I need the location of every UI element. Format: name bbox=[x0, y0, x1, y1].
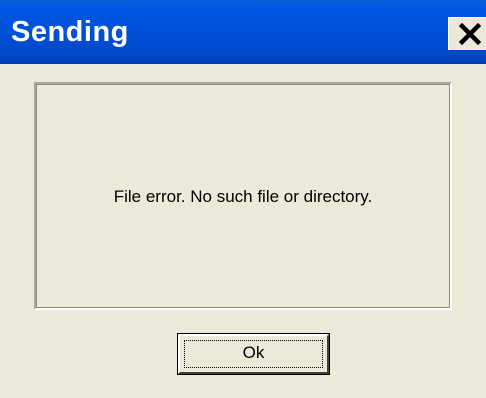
title-bar[interactable]: Sending bbox=[0, 0, 486, 64]
window-title: Sending bbox=[11, 16, 129, 48]
ok-button[interactable]: Ok bbox=[178, 334, 329, 374]
close-button[interactable] bbox=[448, 17, 486, 50]
close-icon bbox=[458, 22, 482, 46]
dialog-window: Sending File error. No such file or dire… bbox=[0, 0, 486, 398]
ok-button-label: Ok bbox=[242, 343, 265, 362]
error-message: File error. No such file or directory. bbox=[113, 187, 373, 206]
message-panel: File error. No such file or directory. bbox=[34, 82, 452, 310]
